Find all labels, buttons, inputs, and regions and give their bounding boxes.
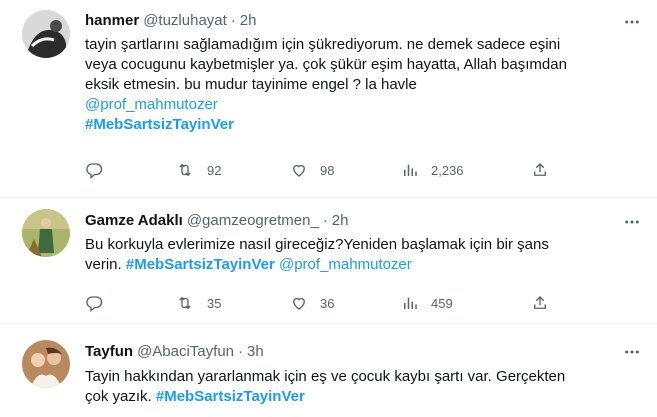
more-icon[interactable]: [622, 212, 642, 232]
views-count: 2,236: [431, 162, 464, 178]
views-button[interactable]: 2,236: [401, 160, 464, 180]
avatar[interactable]: [22, 340, 70, 388]
retweet-icon: [175, 161, 195, 179]
tweet-line: tayin şartlarını sağlamadığım için şükre…: [85, 36, 561, 53]
heart-icon: [290, 294, 308, 312]
tweet-1[interactable]: hanmer @tuzluhayat · 2h tayin şartlarını…: [0, 0, 657, 198]
avatar[interactable]: [22, 209, 70, 257]
tweet-line: eksik etmesin. bu mudur tayinime engel ?…: [85, 76, 417, 93]
more-icon[interactable]: [622, 12, 642, 32]
tweet-line: Tayin hakkından yararlanmak için eş ve ç…: [85, 368, 566, 385]
heart-icon: [290, 161, 308, 179]
share-button[interactable]: [531, 160, 549, 180]
tweet-line: Bu korkuyla evlerimize nasıl gireceğiz?Y…: [85, 236, 549, 253]
author-name[interactable]: Gamze Adaklı: [85, 211, 183, 231]
like-count: 98: [320, 162, 335, 178]
tweet-3[interactable]: Tayfun @AbaciTayfun · 3h Tayin hakkından…: [0, 324, 657, 417]
hashtag-link[interactable]: #MebSartsizTayinVer: [85, 115, 625, 135]
tweet-header: hanmer @tuzluhayat · 2h: [85, 11, 256, 31]
like-button[interactable]: 98: [290, 160, 334, 180]
tweet-line: verin. #MebSartsizTayinVer @prof_mahmuto…: [85, 255, 625, 275]
reply-icon: [85, 161, 103, 179]
views-button[interactable]: 459: [401, 293, 453, 313]
tweet-line: veya cocugunu kaybetmişler ya. çok şükür…: [85, 56, 567, 73]
retweet-icon: [175, 294, 195, 312]
timestamp[interactable]: 2h: [240, 11, 257, 31]
tweet-header: Gamze Adaklı @gamzeogretmen_ · 2h: [85, 211, 348, 231]
more-icon[interactable]: [622, 342, 642, 362]
views-icon: [401, 294, 419, 312]
retweet-button[interactable]: 35: [175, 293, 221, 313]
author-name[interactable]: hanmer: [85, 11, 139, 31]
tweet-text: tayin şartlarını sağlamadığım için şükre…: [85, 35, 625, 135]
tweet-line-start: verin.: [85, 256, 126, 273]
author-handle[interactable]: @tuzluhayat: [143, 11, 227, 31]
tweet-line: çok yazık. #MebSartsizTayinVer: [85, 387, 625, 407]
retweet-button[interactable]: 92: [175, 160, 221, 180]
tweet-line-start: çok yazık.: [85, 388, 156, 405]
like-button[interactable]: 36: [290, 293, 334, 313]
action-bar: 35 36 459: [85, 293, 555, 313]
retweet-count: 92: [207, 162, 222, 178]
timestamp[interactable]: 2h: [332, 211, 349, 231]
reply-button[interactable]: [85, 293, 103, 313]
author-handle[interactable]: @AbaciTayfun: [137, 342, 234, 362]
views-count: 459: [431, 295, 453, 311]
tweet-header: Tayfun @AbaciTayfun · 3h: [85, 342, 264, 362]
share-icon: [531, 294, 549, 312]
mention-link[interactable]: @prof_mahmutozer: [85, 95, 625, 115]
separator-dot: ·: [322, 212, 328, 229]
separator-dot: ·: [238, 343, 244, 360]
reply-button[interactable]: [85, 160, 103, 180]
tweet-text: Tayin hakkından yararlanmak için eş ve ç…: [85, 367, 625, 407]
hashtag-link[interactable]: #MebSartsizTayinVer: [156, 388, 305, 405]
views-icon: [401, 161, 419, 179]
timestamp[interactable]: 3h: [247, 342, 264, 362]
like-count: 36: [320, 295, 335, 311]
tweet-text: Bu korkuyla evlerimize nasıl gireceğiz?Y…: [85, 235, 625, 275]
retweet-count: 35: [207, 295, 222, 311]
separator-dot: ·: [230, 12, 236, 29]
author-handle[interactable]: @gamzeogretmen_: [187, 211, 319, 231]
mention-link[interactable]: @prof_mahmutozer: [275, 256, 412, 273]
avatar[interactable]: [22, 10, 70, 58]
share-button[interactable]: [531, 293, 549, 313]
reply-icon: [85, 294, 103, 312]
share-icon: [531, 161, 549, 179]
hashtag-link[interactable]: #MebSartsizTayinVer: [126, 256, 275, 273]
author-name[interactable]: Tayfun: [85, 342, 133, 362]
action-bar: 92 98 2,236: [85, 160, 555, 180]
tweet-2[interactable]: Gamze Adaklı @gamzeogretmen_ · 2h Bu kor…: [0, 198, 657, 324]
